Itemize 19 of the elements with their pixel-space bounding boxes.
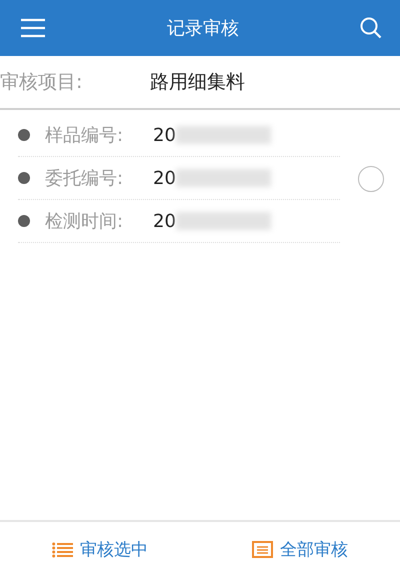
select-radio[interactable]	[358, 166, 384, 192]
search-icon[interactable]	[360, 17, 382, 39]
footer-button[interactable]: 全部审核	[248, 534, 352, 565]
field-label: 样品编号:	[45, 124, 124, 147]
list-icon	[52, 542, 73, 558]
field-value: 20	[153, 210, 176, 232]
bullet-dot	[18, 215, 30, 227]
page-title: 记录审核	[167, 17, 239, 40]
field-value: 20	[153, 168, 176, 188]
bullet-dot	[18, 172, 30, 184]
project-label: 审核项目:	[0, 70, 84, 95]
document-icon	[252, 541, 273, 558]
field-label: 检测时间:	[45, 210, 124, 233]
menu-icon[interactable]	[20, 18, 46, 38]
project-value: 路用细集料	[150, 70, 245, 95]
field-value: 20	[153, 124, 176, 146]
bullet-dot	[18, 129, 30, 141]
field-label: 委托编号:	[45, 167, 124, 190]
footer-button[interactable]: 审核选中	[48, 534, 152, 565]
